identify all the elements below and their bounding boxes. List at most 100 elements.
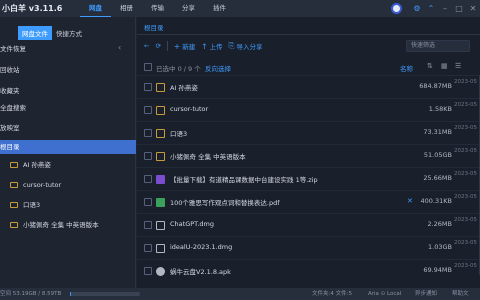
row-checkbox[interactable]: [144, 83, 152, 91]
disk-usage-bar: [70, 292, 140, 296]
file-row[interactable]: ChatGPT.dmg 2.26MB 2023-05: [137, 213, 480, 236]
file-date: 2023-05: [454, 102, 477, 108]
folder-icon: [156, 83, 165, 92]
file-panel: 根目录 ← ⟳ + 新建 ↑ 上传 ⎘ 导入分享 快速筛选 已选中 0 / 9 个 反…: [137, 17, 480, 288]
import-share-button[interactable]: ⎘ 导入分享: [229, 41, 263, 51]
tree-item[interactable]: 口语3: [0, 198, 136, 212]
file-date: 2023-05: [454, 263, 477, 269]
file-row[interactable]: cursor-tutor 1.58KB 2023-05: [137, 98, 480, 121]
file-row[interactable]: 小猪佩奇 全集 中英语版本 51.05GB 2023-05: [137, 144, 480, 167]
avatar[interactable]: [391, 3, 402, 14]
folder-icon: [156, 106, 165, 115]
row-checkbox[interactable]: [144, 175, 152, 183]
dmg-icon: [156, 244, 165, 253]
row-checkbox[interactable]: [144, 221, 152, 229]
aria-status[interactable]: Aria ⊙ Local: [368, 288, 401, 300]
row-checkbox[interactable]: [144, 152, 152, 160]
app-title: 小白羊 v3.11.6: [2, 4, 63, 13]
file-name: 【批量下载】有道精品课数据中台建设实践 1等.zip: [170, 176, 318, 184]
folder-icon: [10, 222, 18, 228]
tab-plugins[interactable]: 插件: [204, 0, 235, 17]
minimize-icon[interactable]: –: [438, 0, 452, 17]
select-all-checkbox[interactable]: [144, 63, 152, 71]
link-icon: ⎘: [228, 41, 235, 50]
breadcrumb[interactable]: 根目录: [144, 22, 164, 32]
file-size: 400.31KB: [420, 197, 452, 205]
file-name: 100个雅思写作观点词和替换表达.pdf: [170, 199, 280, 207]
file-date: 2023-05: [454, 240, 477, 246]
help-link[interactable]: 帮助文: [452, 288, 469, 300]
row-checkbox[interactable]: [144, 244, 152, 252]
refresh-icon[interactable]: ⟳: [155, 42, 160, 50]
sidebar-item-restore[interactable]: 文件恢复: [0, 42, 136, 56]
import-label: 导入分享: [236, 43, 263, 51]
file-size: 2.26MB: [427, 220, 452, 228]
file-row[interactable]: idealU-2023.1.dmg 1.03GB 2023-05: [137, 236, 480, 259]
tree-item[interactable]: AI 孙燕姿: [0, 158, 136, 172]
file-name: 口语3: [170, 130, 188, 138]
async-notify[interactable]: 异步通知: [415, 288, 437, 300]
row-checkbox[interactable]: [144, 129, 152, 137]
invert-selection-button[interactable]: 反向选择: [205, 63, 231, 73]
chevron-up-icon[interactable]: ⌃: [424, 0, 438, 17]
tree-item-label: 口语3: [23, 201, 41, 209]
sidebar-item-favorites[interactable]: 收藏夹: [0, 84, 136, 98]
upload-icon: ↑: [201, 41, 208, 51]
main-nav: 网盘 相册 传输 分享 插件: [80, 0, 235, 17]
tool-icon[interactable]: ✕: [407, 197, 413, 205]
file-size: 69.94MB: [423, 266, 452, 274]
file-row[interactable]: 蜗牛云盘V2.1.8.apk 69.94MB 2023-05: [137, 259, 480, 282]
tab-pan[interactable]: 网盘: [80, 0, 111, 17]
pdf-icon: [156, 198, 165, 207]
file-size: 25.66MB: [423, 174, 452, 182]
file-row[interactable]: 【批量下载】有道精品课数据中台建设实践 1等.zip 25.66MB 2023-05: [137, 167, 480, 190]
file-size: 684.87MB: [419, 82, 452, 90]
dmg-icon: [156, 221, 165, 230]
file-row[interactable]: 100个雅思写作观点词和替换表达.pdf ✕ 400.31KB 2023-05: [137, 190, 480, 213]
new-button[interactable]: + 新建: [174, 41, 196, 52]
file-size: 1.03GB: [428, 243, 452, 251]
sort-by-name-button[interactable]: 名称: [400, 63, 413, 73]
file-name: 蜗牛云盘V2.1.8.apk: [170, 268, 231, 276]
sort-order-icon[interactable]: ⇅: [427, 62, 433, 70]
file-name: cursor-tutor: [170, 105, 209, 113]
folder-icon: [156, 152, 165, 161]
sidebar-item-theater[interactable]: 放映室: [0, 121, 136, 135]
file-name: idealU-2023.1.dmg: [170, 243, 233, 251]
grid-view-icon[interactable]: ▦: [441, 62, 448, 70]
sidebar-item-trash[interactable]: 回收站: [0, 63, 136, 77]
list-view-icon[interactable]: ☰: [455, 62, 461, 70]
sidebar: 网盘文件 快捷方式 ‹ ‹ 文件恢复 回收站 收藏夹 全盘搜索 放映室 根目录 …: [0, 17, 136, 288]
new-label: 新建: [182, 43, 196, 51]
gear-icon[interactable]: ⚙: [410, 0, 424, 17]
upload-label: 上传: [209, 43, 223, 51]
tree-item[interactable]: 小猪佩奇 全集 中英语版本: [0, 218, 136, 232]
row-checkbox[interactable]: [144, 198, 152, 206]
sidebar-item-search[interactable]: 全盘搜索: [0, 101, 136, 115]
title-bar: 小白羊 v3.11.6 网盘 相册 传输 分享 插件 ⚙ ⌃ – □ ✕: [0, 0, 480, 17]
file-date: 2023-05: [454, 194, 477, 200]
tree-item[interactable]: cursor-tutor: [0, 178, 136, 192]
back-icon[interactable]: ←: [144, 42, 149, 50]
folder-icon: [10, 182, 18, 188]
upload-button[interactable]: ↑ 上传: [201, 41, 223, 52]
file-size: 51.05GB: [423, 151, 452, 159]
filter-input[interactable]: 快速筛选: [406, 40, 470, 52]
file-row[interactable]: 口语3 73.31MB 2023-05: [137, 121, 480, 144]
file-date: 2023-05: [454, 171, 477, 177]
close-icon[interactable]: ✕: [466, 0, 480, 17]
maximize-icon[interactable]: □: [452, 0, 466, 17]
folder-icon: [10, 202, 18, 208]
tab-share[interactable]: 分享: [173, 0, 204, 17]
row-checkbox[interactable]: [144, 106, 152, 114]
file-row[interactable]: AI 孙燕姿 684.87MB 2023-05: [137, 75, 480, 98]
file-name: 小猪佩奇 全集 中英语版本: [170, 153, 246, 161]
row-checkbox[interactable]: [144, 267, 152, 275]
tab-album[interactable]: 相册: [111, 0, 142, 17]
tab-transfer[interactable]: 传输: [142, 0, 173, 17]
sidebar-tab-shortcuts[interactable]: 快捷方式: [52, 26, 86, 40]
sidebar-item-root[interactable]: 根目录: [0, 140, 136, 154]
selection-count: 已选中 0 / 9 个: [156, 65, 201, 73]
status-bar: 空间 53.19GB / 8.59TB 文件夹:4 文件:5 Aria ⊙ Lo…: [0, 288, 480, 300]
sidebar-tab-files[interactable]: 网盘文件: [18, 26, 52, 40]
